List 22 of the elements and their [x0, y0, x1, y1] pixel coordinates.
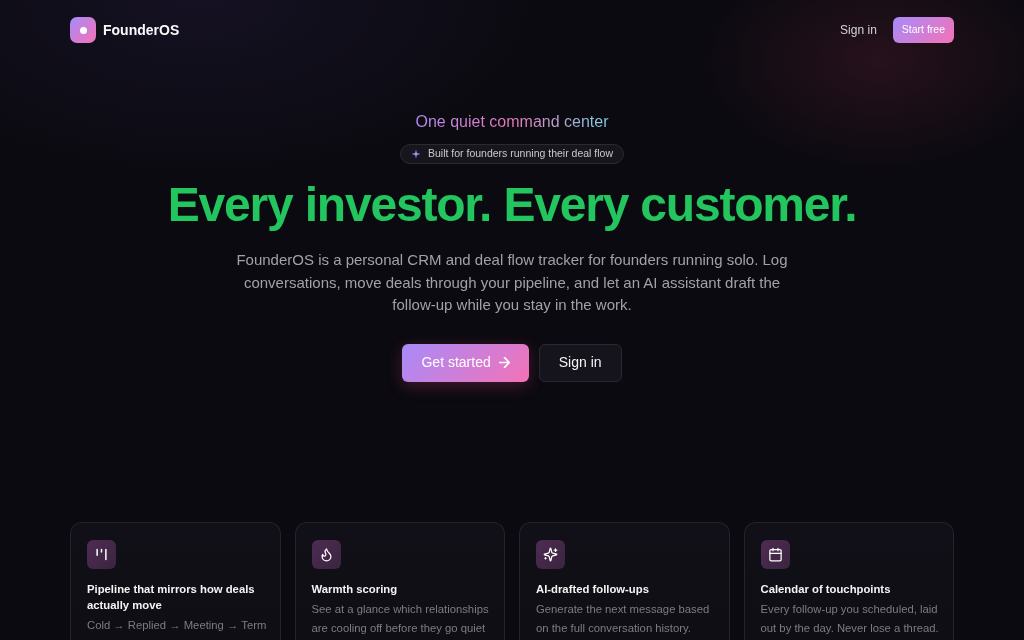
hero-description: FounderOS is a personal CRM and deal flow tracker for founders running solo. Log conversations, move deals through your pipeline, and let an AI assistant draft the follow-up while you stay in the work.	[235, 250, 789, 315]
feature-title: AI-drafted follow-ups	[536, 581, 650, 597]
sign-in-link[interactable]: Sign in	[840, 21, 877, 39]
arrow-right-icon	[498, 357, 510, 368]
kanban-icon	[87, 539, 116, 569]
hero-headline: Every investor. Every customer.	[166, 177, 858, 233]
feature-description: Cold → Replied → Meeting → Term	[87, 617, 268, 633]
brand-name: FounderOS	[103, 20, 180, 40]
feature-title: Calendar of touchpoints	[760, 581, 892, 597]
feature-description: Every follow-up you scheduled, laid out by the day. Never lose a thread.	[760, 601, 940, 636]
sparkles-icon	[536, 539, 565, 569]
feature-description: See at a glance which relationships are cooling off before they go quiet	[311, 601, 490, 636]
feature-title: Pipeline that mirrors how deals actually move	[87, 581, 256, 613]
sign-in-button[interactable]: Sign in	[538, 343, 622, 382]
sparkle-icon	[411, 149, 421, 159]
feature-title: Warmth scoring	[311, 581, 399, 597]
pill-text: Built for founders running their deal flow	[428, 146, 613, 162]
logo-icon[interactable]	[70, 17, 96, 43]
feature-description: Generate the next message based on the full conversation history.	[536, 601, 711, 636]
flame-icon	[311, 539, 341, 569]
calendar-icon	[760, 539, 790, 569]
tagline: One quiet command center	[415, 113, 609, 130]
